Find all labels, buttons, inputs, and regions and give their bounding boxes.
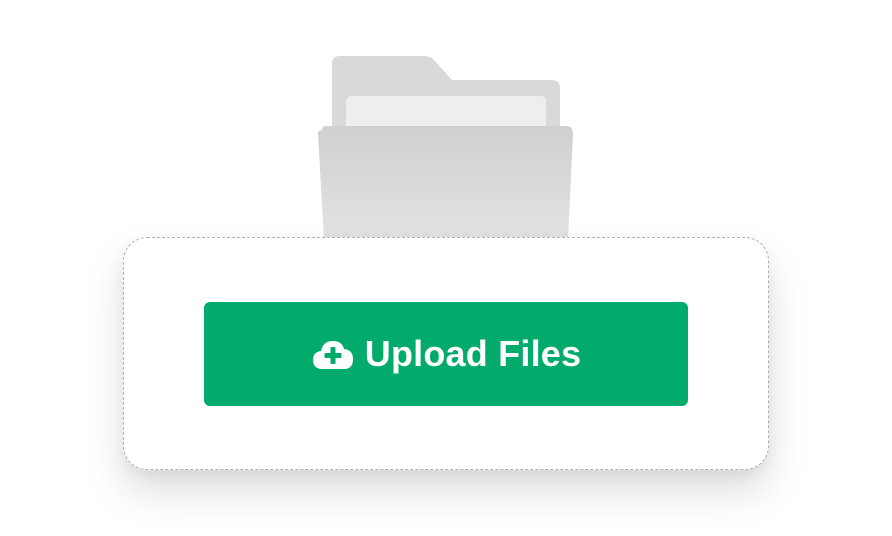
folder-icon xyxy=(318,56,573,240)
upload-files-button[interactable]: Upload Files xyxy=(204,302,688,406)
upload-area: Upload Files xyxy=(0,0,892,536)
upload-button-label: Upload Files xyxy=(364,333,582,374)
cloud-upload-icon xyxy=(312,341,353,369)
